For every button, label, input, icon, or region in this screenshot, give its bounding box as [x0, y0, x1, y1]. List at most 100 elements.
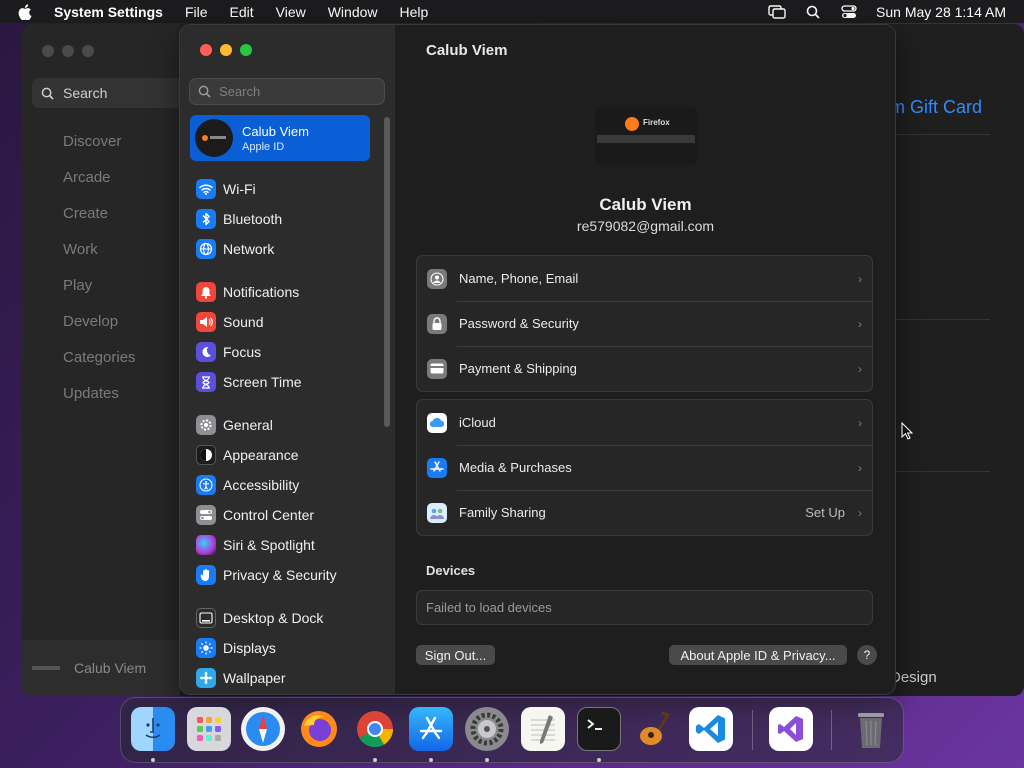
- profile-email: re579082@gmail.com: [576, 218, 715, 234]
- trash-icon[interactable]: [849, 707, 893, 751]
- sidebar-item-sound[interactable]: Sound: [196, 310, 263, 334]
- bg-search-label: Search: [63, 85, 108, 101]
- sidebar-item-label: Bluetooth: [223, 211, 283, 227]
- textedit-icon[interactable]: [521, 707, 565, 751]
- sidebar-search-field[interactable]: [189, 78, 385, 105]
- thumbnail-bar: [597, 135, 695, 143]
- control-center-icon[interactable]: [840, 4, 858, 20]
- chevron-right-icon: ›: [858, 415, 862, 430]
- sidebar-scrollbar[interactable]: [384, 117, 390, 427]
- sidebar-item-network[interactable]: Network: [196, 237, 274, 261]
- about-apple-id-privacy-button[interactable]: About Apple ID & Privacy...: [669, 645, 847, 665]
- vscode-icon[interactable]: [689, 707, 733, 751]
- sidebar-item-displays[interactable]: Displays: [196, 636, 276, 660]
- menu-view[interactable]: View: [276, 4, 306, 20]
- close-button[interactable]: [200, 44, 212, 56]
- apple-menu-icon[interactable]: [18, 3, 36, 21]
- card-icon: [427, 358, 447, 379]
- search-input[interactable]: [217, 83, 371, 100]
- row-payment-shipping[interactable]: Payment & Shipping ›: [417, 346, 872, 391]
- bg-search-field[interactable]: Search: [32, 78, 182, 108]
- launchpad-icon[interactable]: [187, 707, 231, 751]
- control-center-icon: [196, 505, 216, 525]
- page-title: Calub Viem: [426, 42, 508, 59]
- bg-minimize-button[interactable]: [62, 45, 74, 57]
- menu-clock[interactable]: Sun May 28 1:14 AM: [876, 4, 1006, 20]
- sign-out-button[interactable]: Sign Out...: [416, 645, 495, 665]
- row-media-purchases[interactable]: Media & Purchases ›: [417, 445, 872, 490]
- chevron-right-icon: ›: [858, 271, 862, 286]
- visual-studio-icon[interactable]: [769, 707, 813, 751]
- app-store-dock-icon[interactable]: [409, 707, 453, 751]
- sidebar-item-general[interactable]: General: [196, 413, 273, 437]
- moon-icon: [196, 342, 216, 362]
- bg-nav-play[interactable]: Play: [63, 277, 92, 294]
- chevron-right-icon: ›: [858, 460, 862, 475]
- bg-nav-discover[interactable]: Discover: [63, 133, 121, 150]
- menu-app-name[interactable]: System Settings: [54, 4, 163, 20]
- sidebar-item-label: Siri & Spotlight: [223, 537, 315, 553]
- sidebar-item-desktop-dock[interactable]: Desktop & Dock: [196, 606, 323, 630]
- gear-icon: [196, 415, 216, 435]
- firefox-icon[interactable]: [297, 707, 341, 751]
- row-label: Media & Purchases: [459, 460, 572, 475]
- bg-account-button[interactable]: Calub Viem: [22, 640, 180, 696]
- row-password-security[interactable]: Password & Security ›: [417, 301, 872, 346]
- bg-close-button[interactable]: [42, 45, 54, 57]
- row-family-sharing[interactable]: Family Sharing Set Up ›: [417, 490, 872, 535]
- row-name-phone-email[interactable]: Name, Phone, Email ›: [417, 256, 872, 301]
- zoom-button[interactable]: [240, 44, 252, 56]
- screen-mirroring-icon[interactable]: [768, 4, 786, 20]
- help-button[interactable]: ?: [857, 645, 877, 665]
- menu-file[interactable]: File: [185, 4, 208, 20]
- sidebar-item-apple-id[interactable]: Calub Viem Apple ID: [190, 115, 370, 161]
- safari-icon[interactable]: [241, 707, 285, 751]
- sidebar-item-label: Desktop & Dock: [223, 610, 324, 626]
- apple-id-pane: Calub Viem Firefox Calub Viem re579082@g…: [396, 25, 895, 694]
- terminal-icon[interactable]: [577, 707, 621, 751]
- bg-nav-arcade[interactable]: Arcade: [63, 169, 111, 186]
- family-icon: [427, 502, 447, 523]
- bg-nav-work[interactable]: Work: [63, 241, 98, 258]
- sidebar-item-label: Focus: [223, 344, 262, 360]
- bg-zoom-button[interactable]: [82, 45, 94, 57]
- menu-window[interactable]: Window: [328, 4, 378, 20]
- search-icon: [198, 85, 211, 98]
- sidebar-item-privacy-security[interactable]: Privacy & Security: [196, 563, 337, 587]
- sidebar-item-accessibility[interactable]: Accessibility: [196, 473, 299, 497]
- wifi-icon: [196, 179, 216, 199]
- chevron-right-icon: ›: [858, 505, 862, 520]
- hourglass-icon: [196, 372, 216, 392]
- menu-edit[interactable]: Edit: [230, 4, 254, 20]
- bg-nav-create[interactable]: Create: [63, 205, 108, 222]
- bg-nav-updates[interactable]: Updates: [63, 385, 119, 402]
- wallpaper-icon: [196, 668, 216, 688]
- chrome-icon[interactable]: [353, 707, 397, 751]
- bg-avatar: [32, 666, 60, 670]
- spotlight-search-icon[interactable]: [804, 4, 822, 20]
- sidebar-item-bluetooth[interactable]: Bluetooth: [196, 207, 282, 231]
- minimize-button[interactable]: [220, 44, 232, 56]
- profile-picture[interactable]: Firefox: [595, 107, 697, 165]
- finder-icon[interactable]: [131, 707, 175, 751]
- sidebar-item-focus[interactable]: Focus: [196, 340, 261, 364]
- sidebar-item-siri-spotlight[interactable]: Siri & Spotlight: [196, 533, 315, 557]
- sidebar-item-wifi[interactable]: Wi-Fi: [196, 177, 256, 201]
- thumbnail-label: Firefox: [643, 118, 670, 127]
- sidebar-item-control-center[interactable]: Control Center: [196, 503, 314, 527]
- sidebar-item-notifications[interactable]: Notifications: [196, 280, 299, 304]
- bg-gift-card-link[interactable]: m Gift Card: [890, 97, 982, 118]
- icloud-icon: [427, 412, 447, 433]
- background-sidebar: Search Discover Arcade Create Work Play …: [22, 24, 182, 696]
- garageband-icon[interactable]: [633, 707, 677, 751]
- menu-help[interactable]: Help: [400, 4, 429, 20]
- bg-nav-develop[interactable]: Develop: [63, 313, 118, 330]
- bg-nav-categories[interactable]: Categories: [63, 349, 136, 366]
- sidebar-item-label: Wallpaper: [223, 670, 286, 686]
- system-settings-dock-icon[interactable]: [465, 707, 509, 751]
- lock-icon: [427, 313, 447, 334]
- row-icloud[interactable]: iCloud ›: [417, 400, 872, 445]
- sidebar-item-wallpaper[interactable]: Wallpaper: [196, 666, 286, 690]
- sidebar-item-screen-time[interactable]: Screen Time: [196, 370, 302, 394]
- sidebar-item-appearance[interactable]: Appearance: [196, 443, 299, 467]
